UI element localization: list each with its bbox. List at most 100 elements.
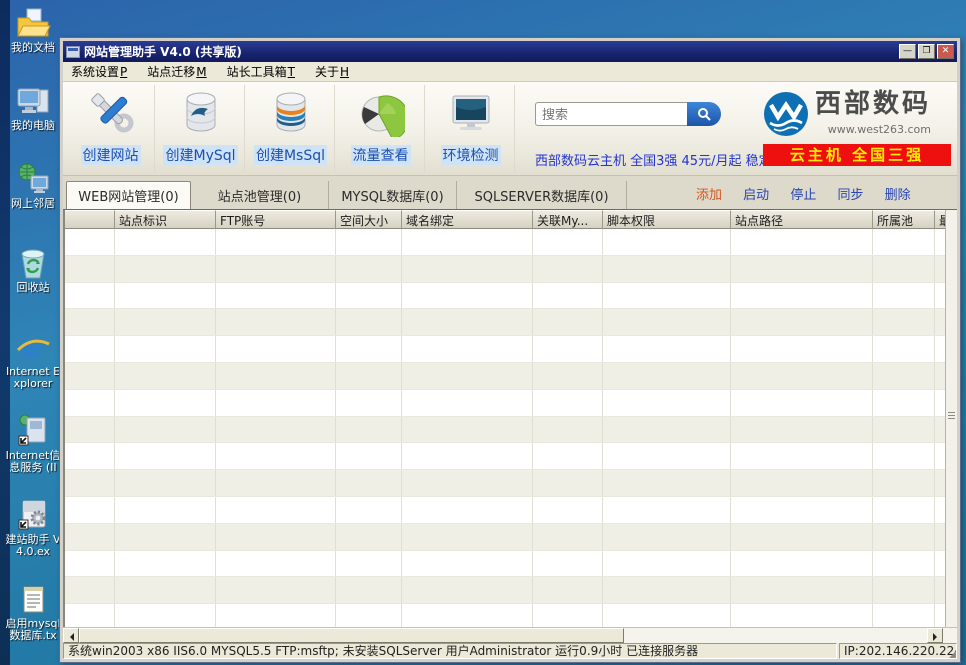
- minimize-button[interactable]: —: [899, 44, 916, 59]
- table-row: [65, 497, 945, 524]
- col-space-size[interactable]: 空间大小: [336, 210, 402, 229]
- table-cell: [65, 336, 115, 362]
- col-site-id[interactable]: 站点标识: [115, 210, 216, 229]
- menu-about[interactable]: 关于H: [307, 61, 361, 82]
- search-box: [535, 102, 721, 126]
- mysql-db-icon: [177, 89, 225, 137]
- col-script-perm[interactable]: 脚本权限: [603, 210, 731, 229]
- tab-web-site-manage[interactable]: WEB网站管理(0): [66, 181, 191, 209]
- resize-grip[interactable]: [949, 651, 956, 658]
- col-domain-bind[interactable]: 域名绑定: [402, 210, 533, 229]
- table-cell: [65, 309, 115, 335]
- recycle-bin-icon: [15, 246, 51, 280]
- col-related-mysql[interactable]: 关联My...: [533, 210, 603, 229]
- env-check-button[interactable]: 环境检测: [427, 85, 515, 173]
- table-cell: [603, 524, 731, 550]
- desktop-icon-my-computer[interactable]: 我的电脑: [4, 84, 62, 132]
- close-button[interactable]: ✕: [937, 44, 954, 59]
- vertical-scrollbar[interactable]: [945, 210, 957, 627]
- table-cell: [402, 551, 533, 577]
- col-ftp-account[interactable]: FTP账号: [216, 210, 336, 229]
- table-cell: [603, 417, 731, 443]
- menu-webmaster-toolbox[interactable]: 站长工具箱T: [219, 61, 307, 82]
- desktop-icon-site-helper[interactable]: 建站助手 V4.0.ex: [4, 498, 62, 558]
- table-cell: [336, 229, 402, 255]
- tab-sqlserver-db[interactable]: SQLSERVER数据库(0): [457, 181, 627, 209]
- table-cell: [873, 470, 935, 496]
- horizontal-scrollbar[interactable]: [63, 627, 957, 643]
- tab-site-pool-manage[interactable]: 站点池管理(0): [191, 181, 329, 209]
- traffic-view-button[interactable]: 流量查看: [337, 85, 425, 173]
- brand-name: 西部数码: [815, 89, 931, 119]
- internet-explorer-icon: e: [15, 330, 51, 364]
- menu-system-settings[interactable]: 系统设置P: [63, 61, 139, 82]
- create-mssql-button[interactable]: 创建MsSql: [247, 85, 335, 173]
- tab-bar: WEB网站管理(0) 站点池管理(0) MYSQL数据库(0) SQLSERVE…: [63, 176, 957, 210]
- table-cell: [533, 577, 603, 603]
- table-cell: [65, 551, 115, 577]
- network-places-icon: [15, 162, 51, 196]
- action-start[interactable]: 启动: [743, 188, 769, 203]
- table-cell: [216, 336, 336, 362]
- scroll-left-arrow[interactable]: [63, 628, 79, 643]
- col-row-selector[interactable]: [65, 210, 115, 229]
- desktop-icon-network-places[interactable]: 网上邻居: [4, 162, 62, 210]
- menu-site-migration[interactable]: 站点迁移M: [139, 61, 218, 82]
- table-cell: [873, 256, 935, 282]
- table-cell: [731, 363, 873, 389]
- col-site-path[interactable]: 站点路径: [731, 210, 873, 229]
- tab-mysql-db[interactable]: MYSQL数据库(0): [329, 181, 457, 209]
- table-cell: [731, 390, 873, 416]
- table-row: [65, 443, 945, 470]
- scroll-thumb[interactable]: [79, 628, 624, 643]
- table-cell: [935, 497, 945, 523]
- action-stop[interactable]: 停止: [790, 188, 816, 203]
- scrollbar-grip: [948, 410, 955, 421]
- grid-actions: 添加 启动 停止 同步 删除: [696, 184, 928, 203]
- desktop-icon-mysql-note[interactable]: 启用mysql数据库.tx: [4, 582, 62, 642]
- desktop-icon-internet-explorer[interactable]: e Internet Explorer: [4, 330, 62, 390]
- iis-icon: [15, 414, 51, 448]
- table-cell: [336, 577, 402, 603]
- table-cell: [402, 470, 533, 496]
- action-add[interactable]: 添加: [696, 188, 722, 203]
- desktop-icon-my-documents[interactable]: 我的文档: [4, 6, 62, 54]
- table-cell: [873, 390, 935, 416]
- tools-icon: [87, 89, 135, 137]
- action-sync[interactable]: 同步: [837, 188, 863, 203]
- search-input[interactable]: [535, 102, 687, 126]
- table-cell: [873, 417, 935, 443]
- table-cell: [115, 443, 216, 469]
- table-row: [65, 256, 945, 283]
- status-bar: 系统win2003 x86 IIS6.0 MYSQL5.5 FTP:msftp;…: [63, 643, 957, 659]
- table-cell: [65, 229, 115, 255]
- table-cell: [873, 309, 935, 335]
- search-button[interactable]: [687, 102, 721, 126]
- promo-banner[interactable]: 云主机 全国三强: [763, 144, 951, 166]
- action-delete[interactable]: 删除: [885, 188, 911, 203]
- my-documents-icon: [15, 6, 51, 40]
- table-row: [65, 551, 945, 578]
- create-website-button[interactable]: 创建网站: [67, 85, 155, 173]
- table-cell: [336, 363, 402, 389]
- table-cell: [603, 229, 731, 255]
- promo-text-link[interactable]: 西部数码云主机 全国3强 45元/月起 稳定、安: [535, 150, 798, 169]
- brand-logo[interactable]: 西部数码 www.west263.com: [763, 90, 931, 137]
- col-owner-pool[interactable]: 所属池: [873, 210, 935, 229]
- table-row: [65, 417, 945, 444]
- table-row: [65, 283, 945, 310]
- title-bar[interactable]: 网站管理助手 V4.0 (共享版) — ❐ ✕: [63, 41, 957, 62]
- table-cell: [402, 256, 533, 282]
- maximize-button[interactable]: ❐: [918, 44, 935, 59]
- table-cell: [65, 524, 115, 550]
- scroll-right-arrow[interactable]: [927, 628, 943, 643]
- table-cell: [336, 309, 402, 335]
- desktop-icon-iis[interactable]: Internet信息服务 (II: [4, 414, 62, 474]
- desktop-icon-recycle-bin[interactable]: 回收站: [4, 246, 62, 294]
- table-cell: [336, 470, 402, 496]
- table-cell: [935, 604, 945, 627]
- table-cell: [731, 283, 873, 309]
- create-mysql-button[interactable]: 创建MySql: [157, 85, 245, 173]
- table-cell: [533, 604, 603, 627]
- table-cell: [216, 229, 336, 255]
